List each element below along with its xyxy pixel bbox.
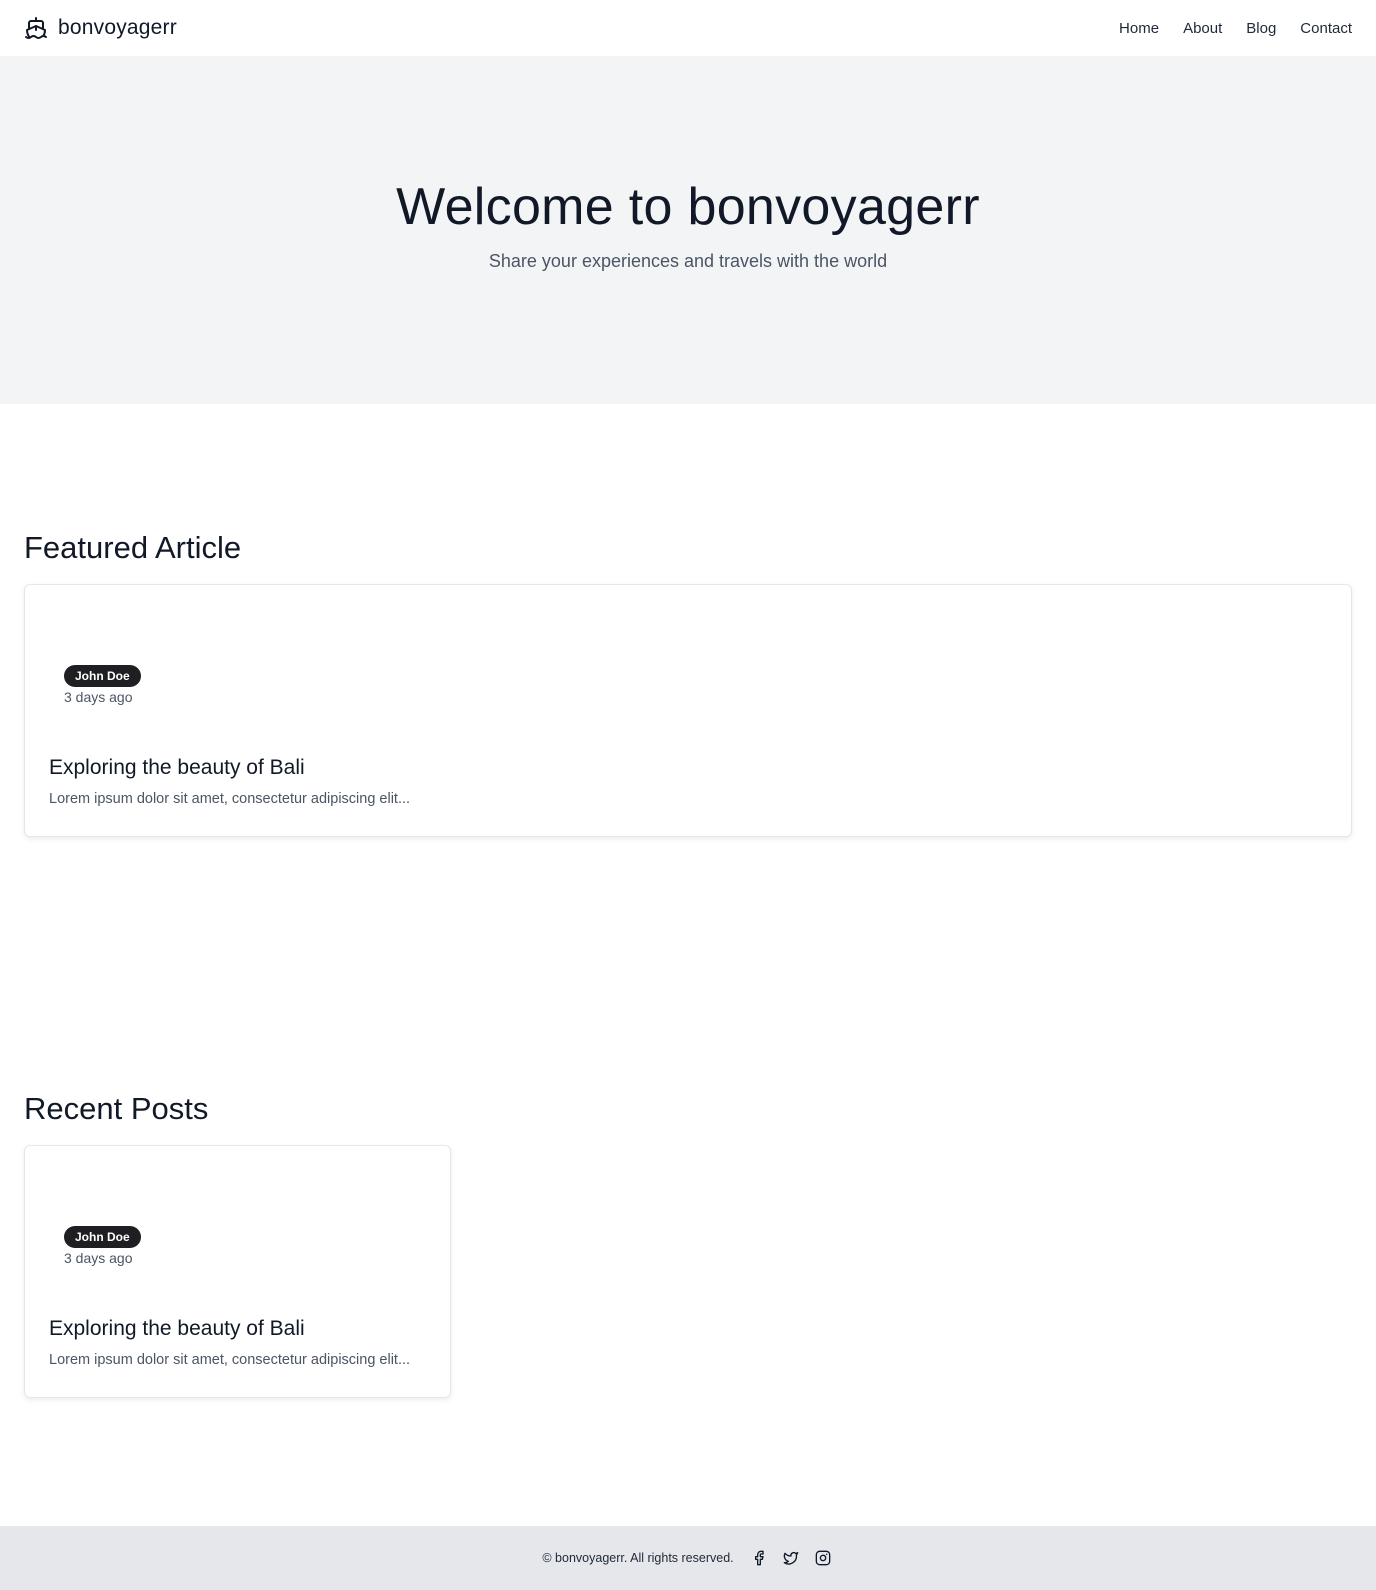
post-timestamp: 3 days ago xyxy=(64,1250,133,1266)
author-badge: John Doe xyxy=(64,665,141,687)
post-title[interactable]: Exploring the beauty of Bali xyxy=(49,1317,305,1341)
nav-home[interactable]: Home xyxy=(1119,20,1159,37)
ship-icon xyxy=(24,16,48,40)
recent-posts-heading: Recent Posts xyxy=(24,1091,209,1126)
hero-title: Welcome to bonvoyagerr xyxy=(396,178,980,236)
main-nav: Home About Blog Contact xyxy=(1119,20,1352,37)
recent-post-card[interactable]: John Doe 3 days ago Exploring the beauty… xyxy=(24,1145,451,1398)
featured-heading: Featured Article xyxy=(24,530,242,565)
site-footer: © bonvoyagerr. All rights reserved. xyxy=(0,1526,1376,1590)
site-header: bonvoyagerr Home About Blog Contact xyxy=(0,0,1376,56)
nav-about[interactable]: About xyxy=(1183,20,1222,37)
post-timestamp: 3 days ago xyxy=(64,689,133,705)
twitter-icon[interactable] xyxy=(780,1547,802,1569)
facebook-icon[interactable] xyxy=(748,1547,770,1569)
post-excerpt: Lorem ipsum dolor sit amet, consectetur … xyxy=(49,1352,411,1368)
instagram-icon[interactable] xyxy=(812,1547,834,1569)
nav-blog[interactable]: Blog xyxy=(1246,20,1276,37)
social-links xyxy=(748,1547,834,1569)
brand-link[interactable]: bonvoyagerr xyxy=(24,16,177,40)
hero-section: Welcome to bonvoyagerr Share your experi… xyxy=(0,56,1376,404)
brand-name: bonvoyagerr xyxy=(58,16,177,39)
author-badge: John Doe xyxy=(64,1226,141,1248)
post-excerpt: Lorem ipsum dolor sit amet, consectetur … xyxy=(49,791,411,807)
copyright-text: © bonvoyagerr. All rights reserved. xyxy=(542,1551,734,1565)
featured-article-card[interactable]: John Doe 3 days ago Exploring the beauty… xyxy=(24,584,1352,837)
nav-contact[interactable]: Contact xyxy=(1300,20,1352,37)
post-title[interactable]: Exploring the beauty of Bali xyxy=(49,756,305,780)
hero-subtitle: Share your experiences and travels with … xyxy=(488,251,888,271)
